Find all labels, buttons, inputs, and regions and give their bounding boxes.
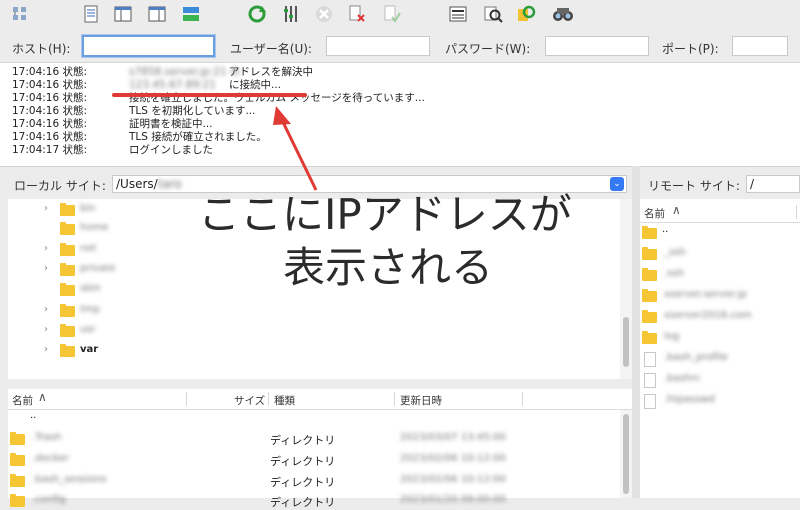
annotation-text-line1: ここにIPアドレスが <box>198 190 572 239</box>
annotation-text-line2: 表示される <box>283 243 494 292</box>
